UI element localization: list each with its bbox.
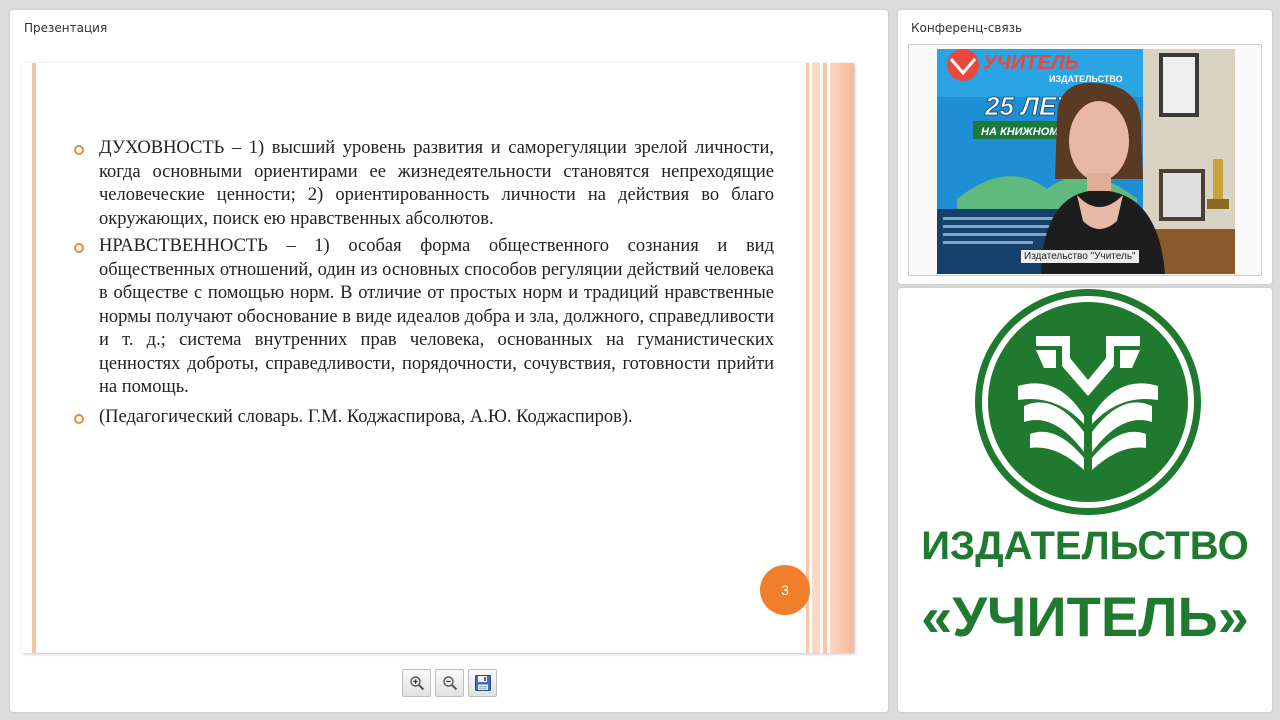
conference-panel: Конференц-связь УЧИТЕЛЬ ИЗДАТЕЛЬСТВО 25 … — [898, 10, 1272, 284]
slide-deco-stripe — [812, 63, 820, 653]
bullet-text: НРАВСТВЕННОСТЬ – 1) особая форма обществ… — [99, 236, 774, 397]
bullet-text: ДУХОВНОСТЬ – 1) высший уровень развития … — [99, 138, 774, 229]
logo-line-2: «УЧИТЕЛЬ» — [921, 585, 1249, 648]
publisher-logo-icon — [975, 289, 1201, 515]
slide-left-border — [32, 63, 36, 653]
slide-bullet: ДУХОВНОСТЬ – 1) высший уровень развития … — [74, 137, 774, 231]
bullet-circle-icon — [74, 243, 84, 253]
banner-brand: УЧИТЕЛЬ — [983, 52, 1079, 74]
conference-panel-title: Конференц-связь — [911, 21, 1023, 35]
bullet-circle-icon — [74, 145, 84, 155]
zoom-out-icon — [442, 676, 457, 691]
banner-publisher: ИЗДАТЕЛЬСТВО — [1049, 74, 1123, 84]
zoom-in-icon — [409, 676, 424, 691]
participant-name-label: Издательство "Учитель" — [1021, 250, 1139, 263]
presentation-slide: ДУХОВНОСТЬ – 1) высший уровень развития … — [22, 63, 854, 653]
presentation-panel-title: Презентация — [24, 21, 108, 35]
banner-tagline-1: НА КНИЖНОМ — [981, 126, 1059, 138]
slide-bullet: (Педагогический словарь. Г.М. Коджаспиро… — [74, 406, 774, 430]
slide-body: ДУХОВНОСТЬ – 1) высший уровень развития … — [74, 137, 774, 433]
zoom-in-button[interactable] — [402, 669, 431, 697]
save-button[interactable] — [468, 669, 497, 697]
slide-deco-stripe — [830, 63, 854, 653]
slide-deco-stripe — [806, 63, 809, 653]
slide-bullet: НРАВСТВЕННОСТЬ – 1) особая форма обществ… — [74, 235, 774, 400]
floppy-disk-icon — [474, 675, 491, 691]
video-scene: УЧИТЕЛЬ ИЗДАТЕЛЬСТВО 25 ЛЕТ НА КНИЖНОМ Р… — [937, 49, 1235, 274]
slide-page-number: 3 — [760, 565, 810, 615]
logo-line-1: ИЗДАТЕЛЬСТВО — [921, 524, 1249, 568]
logo-panel: ИЗДАТЕЛЬСТВО «УЧИТЕЛЬ» — [898, 288, 1272, 712]
presentation-toolbar — [402, 669, 497, 697]
zoom-out-button[interactable] — [435, 669, 464, 697]
bullet-circle-icon — [74, 413, 84, 424]
bullet-text: (Педагогический словарь. Г.М. Коджаспиро… — [99, 406, 633, 427]
slide-deco-stripe — [823, 63, 827, 653]
participant-video[interactable]: УЧИТЕЛЬ ИЗДАТЕЛЬСТВО 25 ЛЕТ НА КНИЖНОМ Р… — [937, 49, 1235, 274]
presentation-panel: Презентация ДУХОВНОСТЬ – 1) высший урове… — [10, 10, 888, 712]
video-frame: УЧИТЕЛЬ ИЗДАТЕЛЬСТВО 25 ЛЕТ НА КНИЖНОМ Р… — [908, 44, 1262, 276]
